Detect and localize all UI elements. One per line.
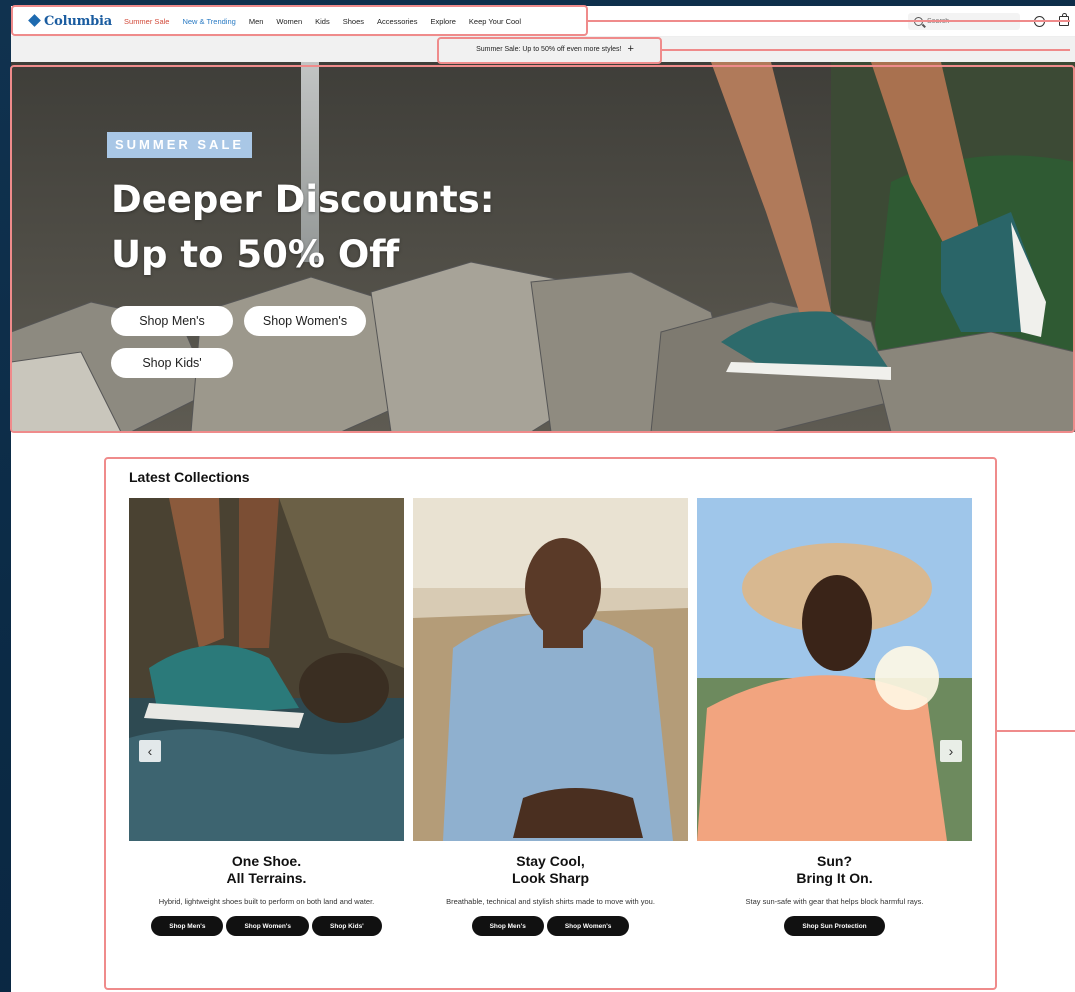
shoes-shop-men-button[interactable]: Shop Men's <box>151 916 224 936</box>
card-image-shirts[interactable] <box>413 498 688 841</box>
card-heading-shoes: One Shoe. All Terrains. <box>129 853 404 887</box>
shirts-shop-men-button[interactable]: Shop Men's <box>471 916 544 936</box>
hero-title-line1: Deeper Discounts: <box>111 178 495 221</box>
collections-title: Latest Collections <box>129 469 250 485</box>
card-heading-line2: Bring It On. <box>796 870 873 886</box>
sun-photo <box>697 498 972 841</box>
page-frame: Columbia Summer Sale New & Trending Men … <box>11 6 1075 992</box>
nav-link-keep-your-cool[interactable]: Keep Your Cool <box>469 17 521 26</box>
hero-shop-men-button[interactable]: Shop Men's <box>111 306 233 336</box>
hero-title-line2: Up to 50% Off <box>111 233 400 276</box>
nav-link-shoes[interactable]: Shoes <box>343 17 364 26</box>
card-heading-line2: All Terrains. <box>226 870 307 886</box>
card-heading-line1: One Shoe. <box>231 853 302 869</box>
collection-card-sun: › Sun? Bring It On. Stay sun-safe with g… <box>697 498 972 936</box>
card-heading-line1: Sun? <box>817 853 852 869</box>
promo-text: Summer Sale: Up to 50% off even more sty… <box>476 46 622 53</box>
hero-badge-text: SUMMER SALE <box>115 137 245 152</box>
carousel-next-button[interactable]: › <box>940 740 962 762</box>
nav-link-men[interactable]: Men <box>249 17 264 26</box>
nav-link-kids[interactable]: Kids <box>315 17 330 26</box>
carousel-prev-button[interactable]: ‹ <box>139 740 161 762</box>
card-text-shoes: Hybrid, lightweight shoes built to perfo… <box>158 897 375 906</box>
shirt-photo <box>413 498 688 841</box>
shoes-shop-kids-button[interactable]: Shop Kids' <box>312 916 382 936</box>
hero-title: Deeper Discounts: Up to 50% Off <box>111 172 611 282</box>
shop-sun-protection-button[interactable]: Shop Sun Protection <box>784 916 885 936</box>
hero-shop-women-button[interactable]: Shop Women's <box>244 306 366 336</box>
card-heading-shirts: Stay Cool, Look Sharp <box>413 853 688 887</box>
card-buttons-shirts: Shop Men's Shop Women's <box>413 916 688 936</box>
collection-card-shirts: Stay Cool, Look Sharp Breathable, techni… <box>413 498 688 936</box>
plus-icon: + <box>627 43 634 55</box>
shoe-photo <box>129 498 404 841</box>
annotation-nav-leader <box>588 20 1070 22</box>
card-image-shoes[interactable]: ‹ <box>129 498 404 841</box>
hero-badge: SUMMER SALE <box>107 132 253 158</box>
shirts-shop-women-button[interactable]: Shop Women's <box>546 916 630 936</box>
promo-toggle[interactable]: Summer Sale: Up to 50% off even more sty… <box>476 44 634 55</box>
nav-link-summer-sale[interactable]: Summer Sale <box>124 17 169 26</box>
nav-link-new-trending[interactable]: New & Trending <box>182 17 235 26</box>
logo-diamond-icon <box>29 15 41 27</box>
annotation-promo-leader <box>662 49 1070 51</box>
nav-link-accessories[interactable]: Accessories <box>377 17 417 26</box>
brand-logo[interactable]: Columbia <box>29 14 112 29</box>
nav-link-women[interactable]: Women <box>276 17 302 26</box>
latest-collections: Latest Collections ‹ One Shoe. All Terra… <box>109 458 993 988</box>
hero-banner: SUMMER SALE Deeper Discounts: Up to 50% … <box>11 62 1075 432</box>
card-buttons-sun: Shop Sun Protection <box>697 916 972 936</box>
nav-link-explore[interactable]: Explore <box>430 17 455 26</box>
card-buttons-shoes: Shop Men's Shop Women's Shop Kids' <box>129 916 404 936</box>
annotation-collections-leader <box>997 730 1075 732</box>
card-text-shirts: Breathable, technical and stylish shirts… <box>446 897 655 906</box>
card-image-sun[interactable]: › <box>697 498 972 841</box>
nav-links: Summer Sale New & Trending Men Women Kid… <box>124 17 521 26</box>
collection-card-shoes: ‹ One Shoe. All Terrains. Hybrid, lightw… <box>129 498 404 936</box>
shoes-shop-women-button[interactable]: Shop Women's <box>226 916 310 936</box>
card-heading-line1: Stay Cool, <box>516 853 585 869</box>
card-heading-line2: Look Sharp <box>511 870 589 886</box>
card-heading-sun: Sun? Bring It On. <box>697 853 972 887</box>
card-text-sun: Stay sun-safe with gear that helps block… <box>745 897 924 906</box>
hero-shop-kids-button[interactable]: Shop Kids' <box>111 348 233 378</box>
brand-name: Columbia <box>44 13 113 29</box>
